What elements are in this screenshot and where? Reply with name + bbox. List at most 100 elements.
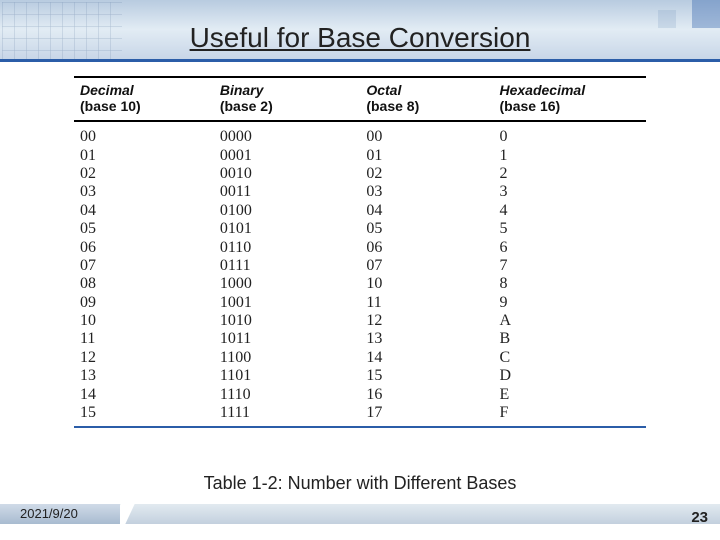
cell-decimal: 08 bbox=[74, 275, 220, 293]
table-row: 050101055 bbox=[74, 220, 646, 238]
cell-decimal: 04 bbox=[74, 202, 220, 220]
footer-bar: 2021/9/20 bbox=[0, 504, 720, 524]
table-row: 030011033 bbox=[74, 183, 646, 201]
cell-decimal: 14 bbox=[74, 386, 220, 404]
table-row: 070111077 bbox=[74, 257, 646, 275]
header-octal: Octal (base 8) bbox=[366, 82, 499, 114]
header-base: (base 10) bbox=[80, 98, 220, 114]
table-row: 12110014C bbox=[74, 349, 646, 367]
cell-decimal: 01 bbox=[74, 147, 220, 165]
cell-decimal: 07 bbox=[74, 257, 220, 275]
cell-octal: 04 bbox=[366, 202, 499, 220]
header-name: Octal bbox=[366, 82, 401, 98]
footer-date: 2021/9/20 bbox=[20, 506, 78, 521]
cell-octal: 14 bbox=[366, 349, 499, 367]
cell-decimal: 10 bbox=[74, 312, 220, 330]
table-row: 000000000 bbox=[74, 128, 646, 146]
cell-binary: 1110 bbox=[220, 386, 367, 404]
cell-hex: D bbox=[500, 367, 647, 385]
cell-hex: 0 bbox=[500, 128, 647, 146]
table-row: 13110115D bbox=[74, 367, 646, 385]
cell-hex: 3 bbox=[500, 183, 647, 201]
cell-hex: 5 bbox=[500, 220, 647, 238]
cell-hex: F bbox=[500, 404, 647, 422]
cell-binary: 1000 bbox=[220, 275, 367, 293]
cell-hex: B bbox=[500, 330, 647, 348]
header-base: (base 2) bbox=[220, 98, 367, 114]
cell-octal: 06 bbox=[366, 239, 499, 257]
cell-decimal: 03 bbox=[74, 183, 220, 201]
cell-binary: 1101 bbox=[220, 367, 367, 385]
cell-binary: 0110 bbox=[220, 239, 367, 257]
table-row: 14111016E bbox=[74, 386, 646, 404]
cell-hex: C bbox=[500, 349, 647, 367]
cell-hex: 6 bbox=[500, 239, 647, 257]
cell-binary: 0010 bbox=[220, 165, 367, 183]
table-caption: Table 1-2: Number with Different Bases bbox=[0, 473, 720, 494]
cell-hex: 1 bbox=[500, 147, 647, 165]
cell-binary: 0100 bbox=[220, 202, 367, 220]
cell-octal: 16 bbox=[366, 386, 499, 404]
table-row: 10101012A bbox=[74, 312, 646, 330]
cell-decimal: 12 bbox=[74, 349, 220, 367]
cell-octal: 15 bbox=[366, 367, 499, 385]
page-number: 23 bbox=[691, 509, 708, 526]
cell-binary: 1001 bbox=[220, 294, 367, 312]
table-row: 010001011 bbox=[74, 147, 646, 165]
cell-decimal: 13 bbox=[74, 367, 220, 385]
cell-decimal: 00 bbox=[74, 128, 220, 146]
cell-octal: 02 bbox=[366, 165, 499, 183]
cell-decimal: 09 bbox=[74, 294, 220, 312]
table-body: 0000000000100010110200100220300110330401… bbox=[74, 122, 646, 428]
cell-decimal: 15 bbox=[74, 404, 220, 422]
header-hex: Hexadecimal (base 16) bbox=[500, 82, 647, 114]
table-row: 081000108 bbox=[74, 275, 646, 293]
header-name: Binary bbox=[220, 82, 264, 98]
table-row: 040100044 bbox=[74, 202, 646, 220]
cell-octal: 17 bbox=[366, 404, 499, 422]
cell-octal: 01 bbox=[366, 147, 499, 165]
cell-decimal: 02 bbox=[74, 165, 220, 183]
cell-binary: 1100 bbox=[220, 349, 367, 367]
cell-hex: 8 bbox=[500, 275, 647, 293]
cell-octal: 13 bbox=[366, 330, 499, 348]
cell-hex: A bbox=[500, 312, 647, 330]
cell-octal: 00 bbox=[366, 128, 499, 146]
cell-binary: 0001 bbox=[220, 147, 367, 165]
cell-octal: 10 bbox=[366, 275, 499, 293]
table-row: 020010022 bbox=[74, 165, 646, 183]
cell-binary: 0011 bbox=[220, 183, 367, 201]
cell-octal: 07 bbox=[366, 257, 499, 275]
cell-hex: E bbox=[500, 386, 647, 404]
cell-binary: 0101 bbox=[220, 220, 367, 238]
cell-binary: 1010 bbox=[220, 312, 367, 330]
cell-decimal: 11 bbox=[74, 330, 220, 348]
header-base: (base 16) bbox=[500, 98, 647, 114]
header-name: Decimal bbox=[80, 82, 134, 98]
cell-hex: 2 bbox=[500, 165, 647, 183]
conversion-table: Decimal (base 10) Binary (base 2) Octal … bbox=[74, 76, 646, 462]
table-row: 060110066 bbox=[74, 239, 646, 257]
slide-title: Useful for Base Conversion bbox=[0, 22, 720, 54]
cell-decimal: 05 bbox=[74, 220, 220, 238]
header-decimal: Decimal (base 10) bbox=[74, 82, 220, 114]
header-name: Hexadecimal bbox=[500, 82, 586, 98]
cell-octal: 05 bbox=[366, 220, 499, 238]
cell-binary: 0111 bbox=[220, 257, 367, 275]
header-binary: Binary (base 2) bbox=[220, 82, 367, 114]
table-row: 091001119 bbox=[74, 294, 646, 312]
cell-binary: 1011 bbox=[220, 330, 367, 348]
header-base: (base 8) bbox=[366, 98, 499, 114]
cell-octal: 11 bbox=[366, 294, 499, 312]
table-row: 15111117F bbox=[74, 404, 646, 422]
cell-binary: 0000 bbox=[220, 128, 367, 146]
cell-hex: 7 bbox=[500, 257, 647, 275]
table-row: 11101113B bbox=[74, 330, 646, 348]
table-header-row: Decimal (base 10) Binary (base 2) Octal … bbox=[74, 76, 646, 122]
cell-binary: 1111 bbox=[220, 404, 367, 422]
cell-octal: 03 bbox=[366, 183, 499, 201]
cell-decimal: 06 bbox=[74, 239, 220, 257]
cell-octal: 12 bbox=[366, 312, 499, 330]
cell-hex: 9 bbox=[500, 294, 647, 312]
cell-hex: 4 bbox=[500, 202, 647, 220]
